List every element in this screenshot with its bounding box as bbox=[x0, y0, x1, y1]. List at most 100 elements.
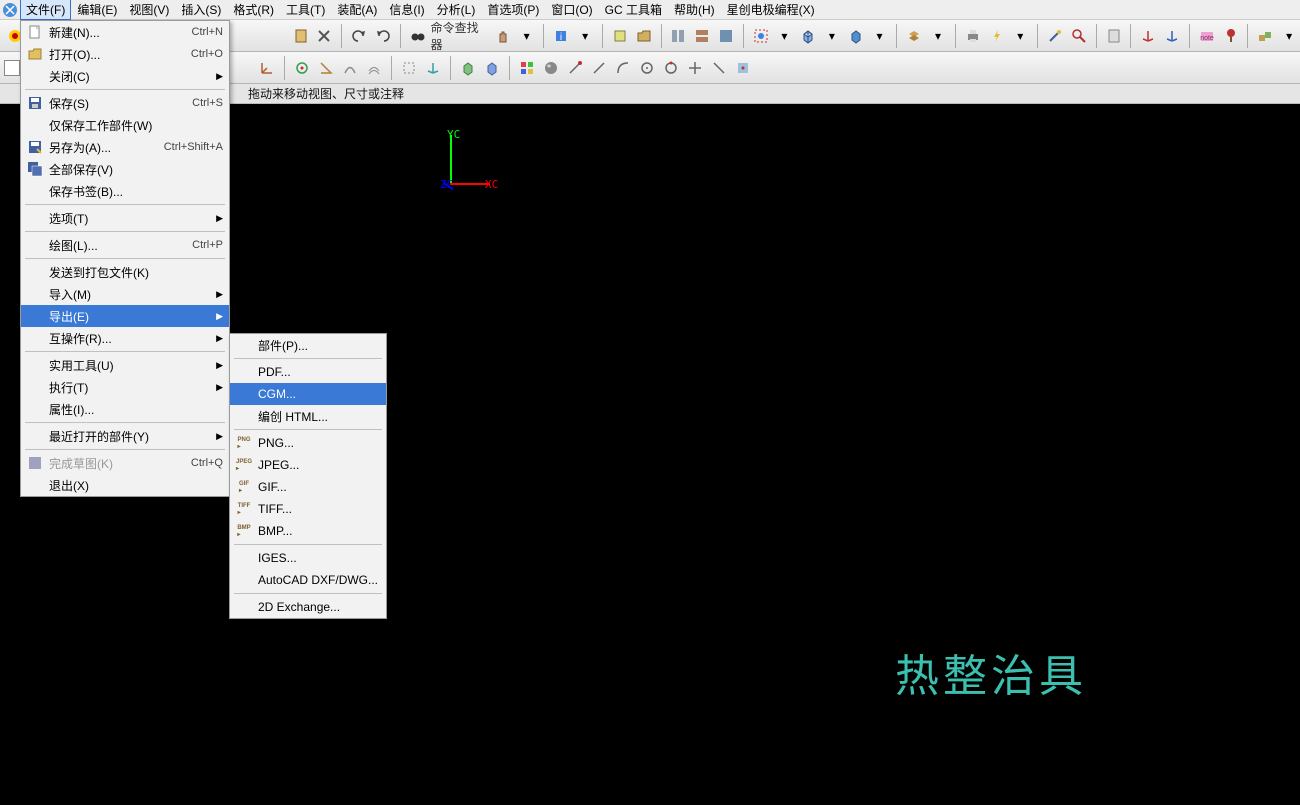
selection-box[interactable] bbox=[4, 60, 20, 76]
layers-icon[interactable] bbox=[903, 25, 925, 47]
curve-icon[interactable] bbox=[339, 57, 361, 79]
select-rect-icon[interactable] bbox=[398, 57, 420, 79]
menu-analysis[interactable]: 分析(L) bbox=[431, 0, 482, 20]
wcs-cyan-icon[interactable] bbox=[422, 57, 444, 79]
line-point-icon[interactable] bbox=[564, 57, 586, 79]
file-menu-item-4[interactable]: 保存(S)Ctrl+S bbox=[21, 92, 229, 114]
export-submenu-item-12[interactable]: IGES... bbox=[230, 547, 386, 569]
pin-icon[interactable] bbox=[1220, 25, 1242, 47]
dropdown-arrow-icon[interactable]: ▾ bbox=[1278, 25, 1300, 47]
menu-view[interactable]: 视图(V) bbox=[123, 0, 175, 20]
delete-icon[interactable] bbox=[314, 25, 336, 47]
binoculars-icon[interactable] bbox=[407, 25, 429, 47]
export-submenu-item-0[interactable]: 部件(P)... bbox=[230, 334, 386, 356]
menu-format[interactable]: 格式(R) bbox=[227, 0, 280, 20]
export-submenu-item-9[interactable]: TIFF▸TIFF... bbox=[230, 498, 386, 520]
file-menu-item-6[interactable]: 另存为(A)...Ctrl+Shift+A bbox=[21, 136, 229, 158]
dropdown-arrow-icon[interactable]: ▾ bbox=[1009, 25, 1031, 47]
point-on-face-icon[interactable] bbox=[732, 57, 754, 79]
colors-icon[interactable] bbox=[516, 57, 538, 79]
dropdown-arrow-icon[interactable]: ▾ bbox=[774, 25, 796, 47]
cross-icon[interactable] bbox=[684, 57, 706, 79]
export-submenu-item-8[interactable]: GIF▸GIF... bbox=[230, 476, 386, 498]
file-menu-item-17[interactable]: 互操作(R)...▶ bbox=[21, 327, 229, 349]
arc-icon[interactable] bbox=[612, 57, 634, 79]
menu-edit[interactable]: 编辑(E) bbox=[71, 0, 123, 20]
menu-xingchuang[interactable]: 星创电极编程(X) bbox=[721, 0, 821, 20]
file-menu-item-20[interactable]: 执行(T)▶ bbox=[21, 376, 229, 398]
coord-red-icon[interactable] bbox=[1137, 25, 1159, 47]
layout1-icon[interactable] bbox=[667, 25, 689, 47]
file-menu-item-10[interactable]: 选项(T)▶ bbox=[21, 207, 229, 229]
info-icon[interactable]: i bbox=[550, 25, 572, 47]
file-menu-item-8[interactable]: 保存书签(B)... bbox=[21, 180, 229, 202]
file-menu-item-12[interactable]: 绘图(L)...Ctrl+P bbox=[21, 234, 229, 256]
cube-blue-icon[interactable] bbox=[481, 57, 503, 79]
note-icon[interactable]: note bbox=[1196, 25, 1218, 47]
file-menu-item-2[interactable]: 关闭(C)▶ bbox=[21, 65, 229, 87]
dropdown-arrow-icon[interactable]: ▾ bbox=[821, 25, 843, 47]
new-part-icon[interactable] bbox=[609, 25, 631, 47]
sheet-icon[interactable] bbox=[1103, 25, 1125, 47]
export-submenu-item-15[interactable]: 2D Exchange... bbox=[230, 596, 386, 618]
cube-wire-icon[interactable] bbox=[797, 25, 819, 47]
file-menu-item-7[interactable]: 全部保存(V) bbox=[21, 158, 229, 180]
menu-prefs[interactable]: 首选项(P) bbox=[481, 0, 545, 20]
cube-shaded-icon[interactable] bbox=[845, 25, 867, 47]
file-menu-item-14[interactable]: 发送到打包文件(K) bbox=[21, 261, 229, 283]
diag-icon[interactable] bbox=[708, 57, 730, 79]
dropdown-arrow-icon[interactable]: ▾ bbox=[927, 25, 949, 47]
layout3-icon[interactable] bbox=[715, 25, 737, 47]
file-menu-item-1[interactable]: 打开(O)...Ctrl+O bbox=[21, 43, 229, 65]
circle-point-icon[interactable] bbox=[660, 57, 682, 79]
hand-icon[interactable] bbox=[492, 25, 514, 47]
export-submenu-item-2[interactable]: PDF... bbox=[230, 361, 386, 383]
boxes-icon[interactable] bbox=[1254, 25, 1276, 47]
dropdown-arrow-icon[interactable]: ▾ bbox=[869, 25, 891, 47]
line-icon[interactable] bbox=[588, 57, 610, 79]
circle-center-icon[interactable] bbox=[636, 57, 658, 79]
fit-icon[interactable] bbox=[750, 25, 772, 47]
wand-icon[interactable] bbox=[1044, 25, 1066, 47]
export-submenu-item-4[interactable]: 编创 HTML... bbox=[230, 405, 386, 427]
file-menu-item-16[interactable]: 导出(E)▶ bbox=[21, 305, 229, 327]
sphere-icon[interactable] bbox=[540, 57, 562, 79]
open-part-icon[interactable] bbox=[633, 25, 655, 47]
file-menu-item-0[interactable]: 新建(N)...Ctrl+N bbox=[21, 21, 229, 43]
coord-blue-icon[interactable] bbox=[1161, 25, 1183, 47]
file-menu-item-5[interactable]: 仅保存工作部件(W) bbox=[21, 114, 229, 136]
file-menu-item-15[interactable]: 导入(M)▶ bbox=[21, 283, 229, 305]
menu-window[interactable]: 窗口(O) bbox=[545, 0, 598, 20]
angle-icon[interactable] bbox=[315, 57, 337, 79]
coord-origin-icon[interactable] bbox=[256, 57, 278, 79]
dropdown-arrow-icon[interactable]: ▾ bbox=[516, 25, 538, 47]
export-submenu-item-10[interactable]: BMP▸BMP... bbox=[230, 520, 386, 542]
magnify-arrow-icon[interactable] bbox=[1068, 25, 1090, 47]
layout2-icon[interactable] bbox=[691, 25, 713, 47]
lightning-icon[interactable] bbox=[986, 25, 1008, 47]
menu-insert[interactable]: 插入(S) bbox=[175, 0, 227, 20]
printer-icon[interactable] bbox=[962, 25, 984, 47]
file-menu-item-23[interactable]: 最近打开的部件(Y)▶ bbox=[21, 425, 229, 447]
menu-tools[interactable]: 工具(T) bbox=[280, 0, 331, 20]
cube-green-icon[interactable] bbox=[457, 57, 479, 79]
offset-icon[interactable] bbox=[363, 57, 385, 79]
dropdown-arrow-icon[interactable]: ▾ bbox=[574, 25, 596, 47]
paste-icon[interactable] bbox=[290, 25, 312, 47]
menu-file[interactable]: 文件(F) bbox=[20, 0, 71, 20]
export-submenu-item-6[interactable]: PNG▸PNG... bbox=[230, 432, 386, 454]
file-menu-item-21[interactable]: 属性(I)... bbox=[21, 398, 229, 420]
target-icon[interactable] bbox=[291, 57, 313, 79]
menu-help[interactable]: 帮助(H) bbox=[668, 0, 721, 20]
menu-gc[interactable]: GC 工具箱 bbox=[599, 0, 668, 20]
redo-icon[interactable] bbox=[372, 25, 394, 47]
menu-assembly[interactable]: 装配(A) bbox=[331, 0, 383, 20]
file-menu-item-19[interactable]: 实用工具(U)▶ bbox=[21, 354, 229, 376]
export-submenu-item-3[interactable]: CGM... bbox=[230, 383, 386, 405]
menu-info[interactable]: 信息(I) bbox=[383, 0, 430, 20]
export-submenu-item-7[interactable]: JPEG▸JPEG... bbox=[230, 454, 386, 476]
command-finder-label[interactable]: 命令查找器 bbox=[431, 19, 490, 53]
undo-icon[interactable] bbox=[348, 25, 370, 47]
export-submenu-item-13[interactable]: AutoCAD DXF/DWG... bbox=[230, 569, 386, 591]
file-menu-item-26[interactable]: 退出(X) bbox=[21, 474, 229, 496]
